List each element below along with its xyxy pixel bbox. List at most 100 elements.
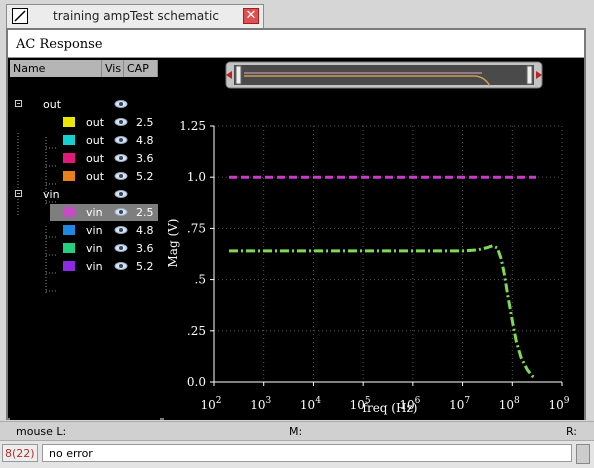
trace-panel: Name Vis CAP out out 2.5 out 4.8 out 3.6 out 5.2…: [10, 60, 160, 420]
visibility-toggle[interactable]: [114, 261, 128, 274]
y-tick-label: .25: [187, 324, 206, 338]
trace-row[interactable]: out 5.2: [10, 168, 158, 185]
plot-axes: [210, 125, 563, 386]
group-label: out: [43, 98, 62, 111]
zoom-left-handle[interactable]: [235, 65, 242, 85]
trace-color-swatch: [63, 207, 75, 217]
y-axis-label: Mag (V): [166, 219, 180, 268]
y-tick-label: 1.25: [179, 119, 206, 133]
y-tick-label: .5: [195, 273, 206, 287]
y-tick-label: 0.0: [187, 375, 206, 389]
trace-cap-value: 5.2: [136, 260, 154, 273]
group-label: vin: [43, 188, 60, 201]
trace-color-swatch: [63, 225, 75, 235]
eye-icon[interactable]: [114, 261, 128, 271]
plot-ticks: 102 103 104 105 106 107 108 1090.0.25.5.751.01.…: [179, 119, 569, 412]
trace-cap-value: 5.2: [136, 170, 154, 183]
trace-cap-value: 3.6: [136, 242, 154, 255]
trace-row[interactable]: vin 3.6: [10, 240, 158, 257]
eye-icon[interactable]: [114, 225, 128, 235]
trace-group-vin[interactable]: vin: [10, 186, 158, 203]
trace-color-swatch: [63, 135, 75, 145]
plot-area[interactable]: 102 103 104 105 106 107 108 109 0.0.25.5.75 1.0 1.…: [164, 60, 584, 420]
eye-icon[interactable]: [114, 171, 128, 181]
x-tick-label: 103: [250, 396, 271, 412]
trace-cap-value: 4.8: [136, 134, 154, 147]
visibility-toggle[interactable]: [114, 99, 128, 112]
trace-label: out: [86, 152, 105, 165]
plot-grid: [213, 125, 563, 383]
mouse-middle-status: M:: [289, 425, 303, 438]
column-header-cap[interactable]: CAP: [124, 60, 158, 77]
trace-label: vin: [86, 242, 103, 255]
column-header-vis[interactable]: Vis: [102, 60, 124, 77]
eye-icon[interactable]: [114, 189, 128, 199]
trace-cap-value: 2.5: [136, 206, 154, 219]
schematic-icon: [12, 8, 28, 24]
trace-row[interactable]: out 2.5: [10, 114, 158, 131]
eye-icon[interactable]: [114, 243, 128, 253]
ac-response-chart[interactable]: 102 103 104 105 106 107 108 1090.0.25.5.751.01.…: [164, 60, 584, 420]
trace-label: vin: [86, 260, 103, 273]
trace-color-swatch: [63, 153, 75, 163]
tab-title: training ampTest schematic: [53, 9, 219, 23]
trace-row[interactable]: out 4.8: [10, 132, 158, 149]
eye-icon[interactable]: [114, 117, 128, 127]
mouse-status-bar: mouse L: M: R:: [0, 421, 594, 440]
x-tick-label: 104: [300, 396, 321, 412]
x-tick-label: 102: [200, 396, 221, 412]
trace-row[interactable]: vin 5.2: [10, 258, 158, 275]
trace-cap-value: 4.8: [136, 224, 154, 237]
line-number: 8(22): [2, 444, 38, 462]
tab-bar: training ampTest schematic ✕: [0, 0, 594, 30]
collapse-toggle-icon[interactable]: [15, 100, 22, 107]
eye-icon[interactable]: [114, 99, 128, 109]
collapse-toggle-icon[interactable]: [15, 190, 22, 197]
column-header-name[interactable]: Name: [10, 60, 102, 77]
x-axis-label: freq (Hz): [363, 401, 418, 415]
status-scrollbar[interactable]: [576, 444, 590, 464]
visibility-toggle[interactable]: [114, 171, 128, 184]
trace-label: vin: [86, 224, 103, 237]
trace-label: out: [86, 170, 105, 183]
visibility-toggle[interactable]: [114, 135, 128, 148]
series-line-1: [229, 244, 537, 380]
diagonal-line-icon: [14, 10, 26, 22]
visibility-toggle[interactable]: [114, 225, 128, 238]
trace-color-swatch: [63, 117, 75, 127]
visibility-toggle[interactable]: [114, 117, 128, 130]
trace-color-swatch: [63, 261, 75, 271]
x-tick-label: 109: [548, 396, 569, 412]
mouse-left-status: mouse L:: [16, 425, 67, 438]
window-header: AC Response: [8, 30, 584, 58]
y-tick-label: .75: [187, 221, 206, 235]
trace-row[interactable]: vin 4.8: [10, 222, 158, 239]
trace-cap-value: 3.6: [136, 152, 154, 165]
visibility-toggle[interactable]: [114, 243, 128, 256]
eye-icon[interactable]: [114, 153, 128, 163]
x-tick-label: 107: [449, 396, 470, 412]
window-tab[interactable]: training ampTest schematic ✕: [6, 4, 264, 28]
close-tab-button[interactable]: ✕: [243, 8, 259, 24]
mouse-right-status: R:: [566, 425, 578, 438]
trace-cap-value: 2.5: [136, 116, 154, 129]
trace-group-out[interactable]: out: [10, 96, 158, 113]
trace-label: vin: [86, 206, 103, 219]
eye-icon[interactable]: [114, 207, 128, 217]
plot-series: [229, 175, 537, 380]
waveform-window: AC Response Name Vis CAP out out 2.5 out 4.8…: [6, 28, 586, 420]
eye-icon[interactable]: [114, 135, 128, 145]
trace-row[interactable]: vin 2.5: [10, 204, 158, 221]
visibility-toggle[interactable]: [114, 153, 128, 166]
visibility-toggle[interactable]: [114, 189, 128, 202]
window-title: AC Response: [16, 37, 103, 52]
trace-color-swatch: [63, 243, 75, 253]
zoom-right-handle[interactable]: [526, 65, 533, 85]
zoom-scrollbar[interactable]: [225, 61, 543, 89]
trace-label: out: [86, 134, 105, 147]
visibility-toggle[interactable]: [114, 207, 128, 220]
trace-row[interactable]: out 3.6: [10, 150, 158, 167]
x-tick-label: 108: [499, 396, 520, 412]
trace-color-swatch: [63, 171, 75, 181]
status-message: no error: [42, 444, 572, 462]
